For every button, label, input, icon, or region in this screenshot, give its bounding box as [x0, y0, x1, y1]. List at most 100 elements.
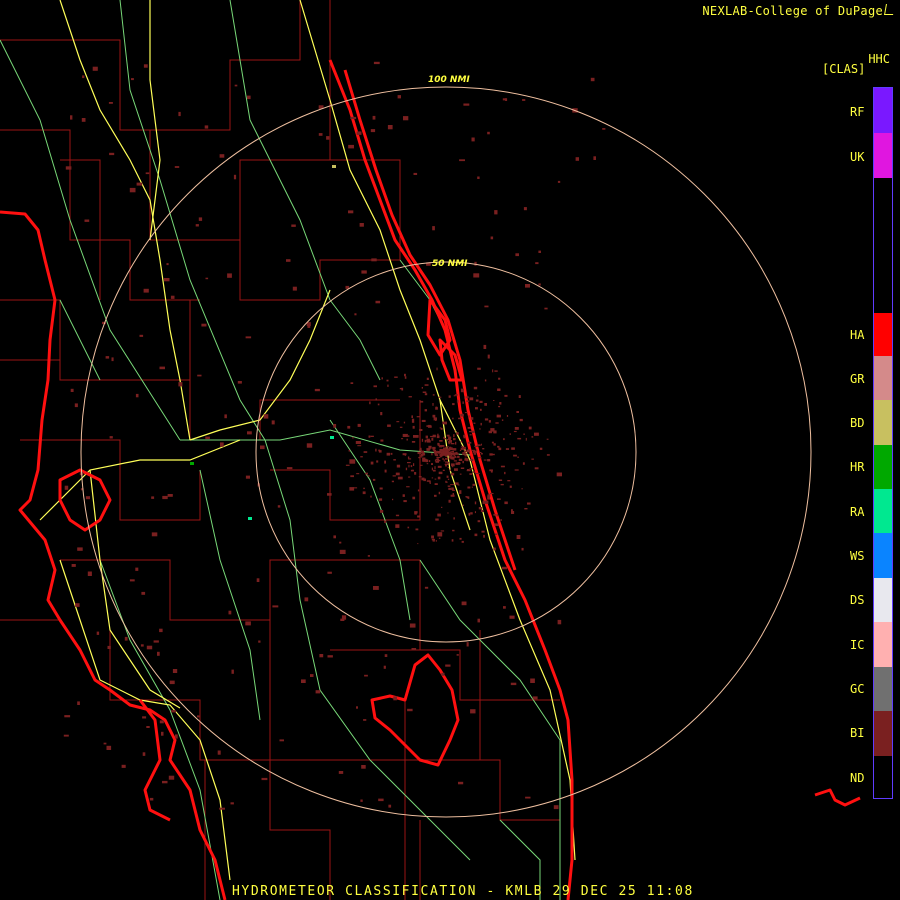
echo-pixel [372, 478, 376, 481]
echo-pixel [469, 434, 472, 436]
echo-pixel [501, 566, 508, 570]
echo-pixel [499, 402, 502, 405]
echo-pixel [306, 443, 313, 448]
echo-pixel [404, 376, 407, 379]
echo-pixel [448, 499, 451, 503]
echo-pixel [261, 777, 268, 781]
echo-pixel [360, 456, 363, 458]
echo-pixel [462, 504, 464, 506]
echo-pixel [431, 467, 433, 471]
echo-pixel [437, 433, 439, 436]
echo-pixel [459, 537, 462, 540]
echo-pixel [530, 678, 535, 683]
echo-pixel [443, 421, 447, 425]
echo-pixel [109, 436, 113, 439]
echo-pixel [493, 400, 495, 401]
echo-pixel [466, 396, 469, 399]
echo-pixel [426, 377, 429, 380]
echo-pixel [436, 456, 439, 459]
echo-pixel [531, 458, 534, 460]
secondary-roads [0, 0, 561, 900]
echo-pixel [381, 377, 383, 380]
echo-pixel [517, 437, 522, 440]
echo-pixel [456, 432, 459, 435]
echo-pixel [466, 496, 469, 499]
echo-pixel [375, 398, 377, 401]
echo-pixel [201, 323, 207, 327]
echo-pixel [404, 373, 406, 377]
echo-pixel [271, 420, 275, 425]
echo-pixel [446, 475, 449, 478]
echo-pixel [363, 719, 367, 721]
echo-pixel [247, 95, 251, 100]
echo-pixel [406, 486, 410, 488]
echo-pixel [162, 780, 168, 784]
echo-pixel [159, 366, 165, 370]
echo-pixel [411, 441, 416, 443]
echo-pixel [467, 441, 472, 444]
echo-pixel [447, 466, 450, 468]
echo-pixel [416, 416, 421, 418]
echo-pixel [452, 448, 457, 451]
legend-swatch-ic [874, 622, 892, 667]
echo-pixel [483, 534, 485, 538]
echo-pixel [470, 458, 474, 462]
echo-pixel [140, 644, 144, 647]
legend-swatch-bi [874, 711, 892, 756]
echo-pixel [84, 219, 90, 222]
echo-pixel [413, 463, 415, 466]
echo-pixel [386, 379, 389, 382]
echo-pixel [471, 486, 473, 488]
echo-pixel [443, 459, 445, 462]
echo-pixel [153, 640, 159, 643]
echo-pixel [431, 463, 433, 465]
echo-pixel [380, 439, 384, 442]
echo-pixel [399, 388, 402, 390]
echo-pixel [437, 442, 440, 445]
echo-pixel [489, 493, 494, 495]
echo-pixel [496, 414, 501, 418]
echo-pixel [75, 603, 80, 607]
echo-pixel [553, 805, 559, 810]
echo-pixel [421, 477, 425, 481]
echo-pixel [142, 752, 146, 756]
echo-pixel [369, 401, 371, 405]
echo-pixel [395, 514, 400, 517]
echo-pixel [510, 682, 517, 686]
legend-swatch-bd [874, 400, 892, 445]
echo-pixel [415, 528, 419, 531]
echo-pixel [384, 460, 386, 464]
echo-pixel [525, 796, 531, 799]
echo-pixel [286, 259, 291, 262]
echo-pixel [197, 374, 202, 377]
echo-pixel [461, 540, 464, 543]
echo-pixel [480, 509, 484, 512]
echo-pixel [449, 457, 453, 459]
echo-pixel [453, 452, 456, 455]
legend-swatch-ha [874, 313, 892, 356]
echo-pixel [373, 61, 380, 65]
echo-pixel [440, 530, 445, 532]
echo-pixel [108, 102, 113, 104]
echo-pixel [461, 445, 464, 447]
echo-pixel [514, 469, 519, 471]
echo-pixel [448, 441, 450, 443]
echo-pixel [355, 441, 361, 444]
echo-pixel [361, 765, 366, 769]
echo-pixel [451, 487, 454, 491]
echo-pixel [131, 78, 134, 81]
echo-pixel [247, 431, 252, 435]
echo-pixel [463, 103, 470, 106]
echo-pixel [459, 473, 462, 475]
echo-pixel [470, 512, 473, 515]
echo-pixel [447, 478, 450, 480]
echo-pixel [439, 440, 443, 442]
echo-pixel [370, 495, 372, 498]
echo-pixel [523, 207, 527, 211]
echo-pixel [462, 452, 466, 454]
echo-pixel [498, 377, 501, 380]
footer-title: HYDROMETEOR CLASSIFICATION - KMLB 29 DEC… [232, 884, 694, 899]
echo-pixel [500, 519, 502, 521]
echo-pixel [402, 494, 405, 497]
echo-pixel [143, 288, 149, 293]
